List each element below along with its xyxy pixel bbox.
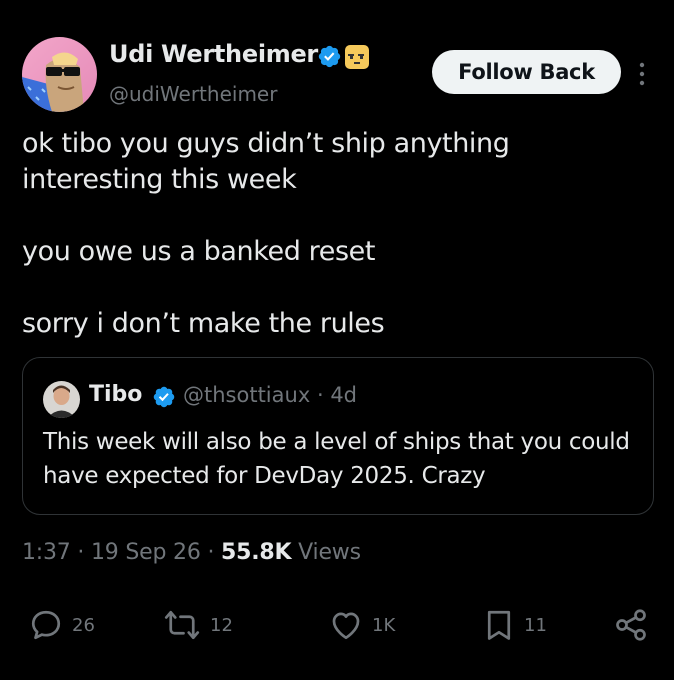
reply-button[interactable]: 26 <box>28 607 95 643</box>
quoted-author-name[interactable]: Tibo <box>89 382 142 407</box>
tweet-text: ok tibo you guys didn’t ship anything in… <box>22 126 642 342</box>
repost-count: 12 <box>210 614 233 636</box>
affiliate-badge-icon[interactable] <box>345 45 369 69</box>
quoted-handle[interactable]: @thsottiaux <box>183 383 310 407</box>
follow-back-button[interactable]: Follow Back <box>432 50 621 94</box>
tweet-paragraph: sorry i don’t make the rules <box>22 308 385 339</box>
timestamp-row: 1:37 · 19 Sep 26 · 55.8K Views <box>22 540 361 565</box>
verified-badge-icon <box>318 45 341 68</box>
bookmark-button[interactable]: 11 <box>482 607 547 643</box>
like-count: 1K <box>372 614 396 636</box>
like-button[interactable]: 1K <box>328 607 395 643</box>
share-button[interactable] <box>612 607 650 643</box>
repost-button[interactable]: 12 <box>162 607 233 643</box>
verified-badge-icon <box>153 386 175 408</box>
avatar[interactable] <box>22 37 97 112</box>
tweet-paragraph: ok tibo you guys didn’t ship anything in… <box>22 128 510 195</box>
quoted-avatar[interactable] <box>43 381 80 418</box>
separator-dot: · <box>316 383 324 407</box>
quoted-age[interactable]: 4d <box>330 383 357 407</box>
quoted-meta: @thsottiaux · 4d <box>183 383 357 407</box>
more-vertical-icon[interactable] <box>636 60 648 88</box>
tweet-paragraph: you owe us a banked reset <box>22 236 376 267</box>
author-handle[interactable]: @udiWertheimer <box>109 82 277 106</box>
repost-icon <box>164 610 200 640</box>
views-label: Views <box>298 540 361 565</box>
separator-dot: · <box>77 540 85 565</box>
tweet-time[interactable]: 1:37 <box>22 540 71 565</box>
reply-count: 26 <box>72 614 95 636</box>
separator-dot: · <box>207 540 215 565</box>
heart-icon <box>332 612 360 640</box>
views-count[interactable]: 55.8K <box>221 540 292 565</box>
bookmark-count: 11 <box>524 614 547 636</box>
quoted-tweet[interactable]: Tibo @thsottiaux · 4d This week will als… <box>22 357 654 515</box>
author-name[interactable]: Udi Wertheimer <box>109 40 318 68</box>
bookmark-icon <box>487 610 511 640</box>
tweet-date[interactable]: 19 Sep 26 <box>91 540 201 565</box>
quoted-text: This week will also be a level of ships … <box>43 429 630 489</box>
avatar-sunglasses-icon <box>22 37 97 112</box>
share-icon <box>616 609 646 641</box>
reply-icon <box>31 610 61 640</box>
